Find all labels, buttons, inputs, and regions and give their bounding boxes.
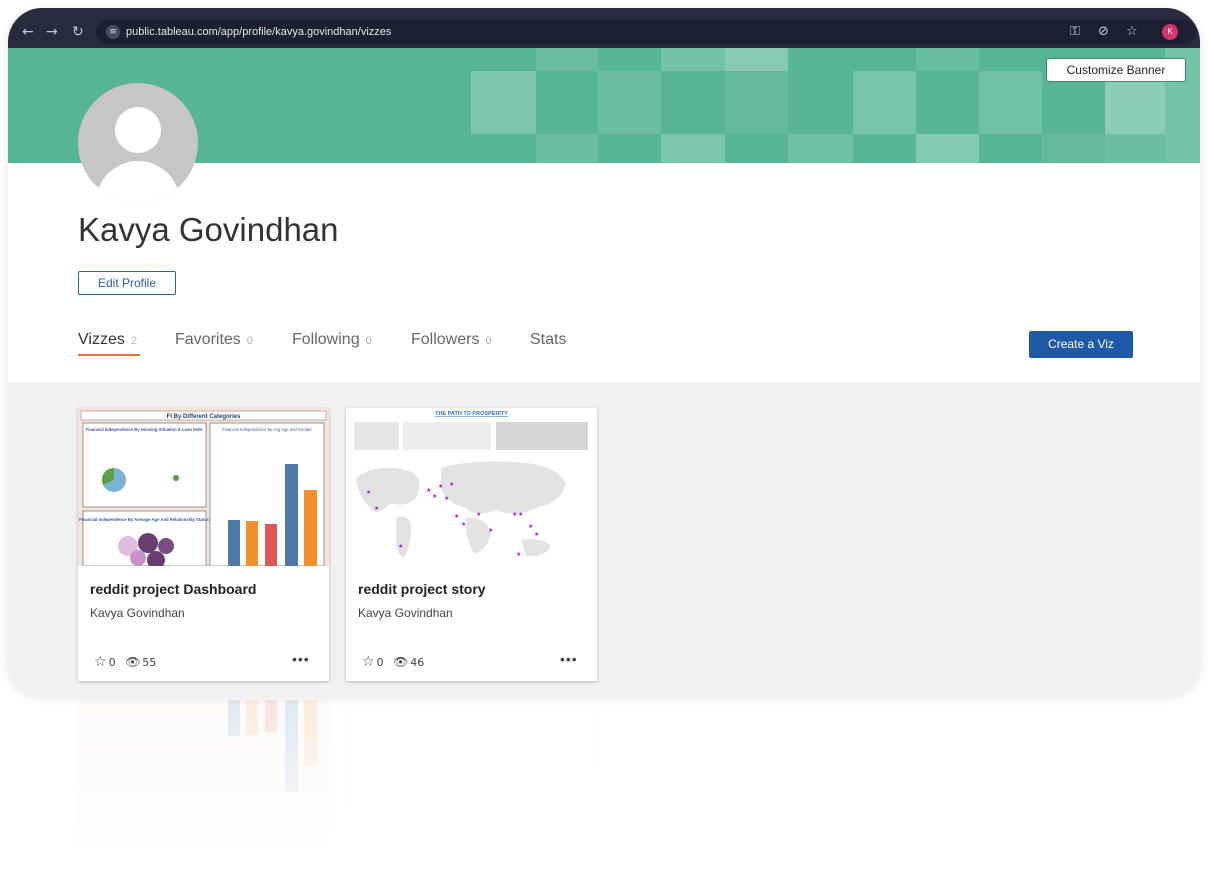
svg-text:Financial Independence by Avg: Financial Independence by Avg Age and Ge… (222, 427, 312, 432)
vizzes-gallery: FI By Different Categories Financial Ind… (8, 382, 1200, 696)
tab-count: 0 (246, 335, 253, 347)
tab-followers[interactable]: Followers 0 (411, 330, 492, 351)
tab-label: Vizzes (78, 331, 125, 348)
svg-text:★: ★ (374, 505, 379, 512)
svg-text:THE PATH TO PROSPERITY: THE PATH TO PROSPERITY (435, 411, 508, 417)
svg-text:★: ★ (528, 523, 533, 530)
views-count: 46 (410, 656, 425, 669)
create-viz-button[interactable]: Create a Viz (1029, 331, 1133, 358)
eye-off-icon[interactable]: ⊘ (1098, 24, 1109, 40)
viz-author[interactable]: Kavya Govindhan (358, 605, 453, 621)
browser-profile-avatar[interactable]: K (1162, 24, 1178, 40)
svg-text:★: ★ (444, 495, 449, 502)
dashboard-thumbnail-image: FI By Different Categories Financial Ind… (78, 408, 329, 566)
tab-count: 0 (485, 335, 492, 347)
viz-card-dashboard[interactable]: FI By Different Categories Financial Ind… (78, 408, 329, 681)
story-thumbnail-image: THE PATH TO PROSPERITY ★★★ ★★★ ★★★ ★★★ ★… (346, 408, 597, 566)
svg-text:★: ★ (398, 543, 403, 550)
viz-author[interactable]: Kavya Govindhan (90, 605, 185, 621)
svg-text:★: ★ (461, 521, 466, 528)
svg-text:FI By Different Categories: FI By Different Categories (167, 414, 241, 420)
viz-stats: ☆ 0 👁 46 (362, 654, 430, 671)
tab-stats[interactable]: Stats (530, 330, 566, 350)
svg-text:★: ★ (476, 511, 481, 518)
screenshot-reflection (8, 700, 1200, 877)
browser-window: ← → ↻ ≡ public.tableau.com/app/profile/k… (8, 8, 1200, 696)
eye-icon: 👁 (125, 655, 141, 669)
viz-stats: ☆ 0 👁 55 (94, 654, 162, 671)
tab-following[interactable]: Following 0 (292, 330, 372, 351)
url-text[interactable]: public.tableau.com/app/profile/kavya.gov… (126, 25, 391, 39)
svg-text:★: ★ (432, 493, 437, 500)
favorites-count: 0 (376, 656, 384, 669)
active-tab-indicator (78, 354, 140, 356)
more-options-icon[interactable]: ••• (560, 652, 578, 666)
viz-card-story[interactable]: THE PATH TO PROSPERITY ★ ★ ★ ★ ★ ★ ★ ★ ★ ★ ★ ★ ★… (346, 408, 597, 681)
svg-text:★: ★ (516, 551, 521, 558)
star-icon[interactable]: ☆ (94, 654, 107, 670)
edit-profile-button[interactable]: Edit Profile (78, 271, 176, 295)
viz-title[interactable]: reddit project story (358, 580, 486, 598)
viz-title[interactable]: reddit project Dashboard (90, 580, 256, 598)
profile-name: Kavya Govindhan (78, 211, 339, 248)
svg-text:Financial Independence By Aver: Financial Independence By Average Age An… (79, 517, 209, 522)
svg-text:★: ★ (426, 487, 431, 494)
svg-text:★: ★ (512, 511, 517, 518)
svg-text:★: ★ (438, 483, 443, 490)
favorites-count: 0 (108, 656, 116, 669)
tab-label: Stats (530, 331, 567, 348)
forward-icon[interactable]: → (46, 24, 58, 40)
svg-text:★: ★ (449, 481, 454, 488)
tab-count: 0 (365, 335, 372, 347)
tab-label: Favorites (175, 331, 241, 348)
tab-vizzes[interactable]: Vizzes 2 (78, 330, 137, 351)
avatar-body-icon (96, 161, 180, 203)
back-icon[interactable]: ← (22, 24, 34, 40)
site-info-icon[interactable]: ≡ (106, 25, 120, 39)
tab-count: 2 (130, 335, 137, 347)
reload-icon[interactable]: ↻ (72, 24, 84, 40)
reflection-fade (8, 700, 1200, 877)
tab-label: Following (292, 331, 360, 348)
more-options-icon[interactable]: ••• (292, 652, 310, 666)
svg-text:★: ★ (454, 513, 459, 520)
avatar-head-icon (115, 107, 161, 153)
customize-banner-button[interactable]: Customize Banner (1046, 58, 1186, 82)
views-count: 55 (142, 656, 157, 669)
eye-icon: 👁 (393, 655, 409, 669)
tab-label: Followers (411, 331, 480, 348)
password-key-icon[interactable]: ⚿ (1070, 24, 1080, 40)
viz-thumbnail[interactable]: THE PATH TO PROSPERITY ★ ★ ★ ★ ★ ★ ★ ★ ★ ★ ★ ★ ★… (346, 408, 597, 566)
svg-text:★: ★ (488, 527, 493, 534)
svg-text:Financial Independence By Hous: Financial Independence By Housing Situat… (86, 427, 203, 432)
svg-text:★: ★ (534, 531, 539, 538)
profile-avatar[interactable] (78, 83, 198, 203)
svg-text:★: ★ (366, 489, 371, 496)
tab-favorites[interactable]: Favorites 0 (175, 330, 253, 351)
viz-thumbnail[interactable]: FI By Different Categories Financial Ind… (78, 408, 329, 566)
star-icon[interactable]: ☆ (362, 654, 375, 670)
svg-text:★: ★ (518, 511, 523, 518)
star-bookmark-icon[interactable]: ☆ (1126, 24, 1138, 40)
